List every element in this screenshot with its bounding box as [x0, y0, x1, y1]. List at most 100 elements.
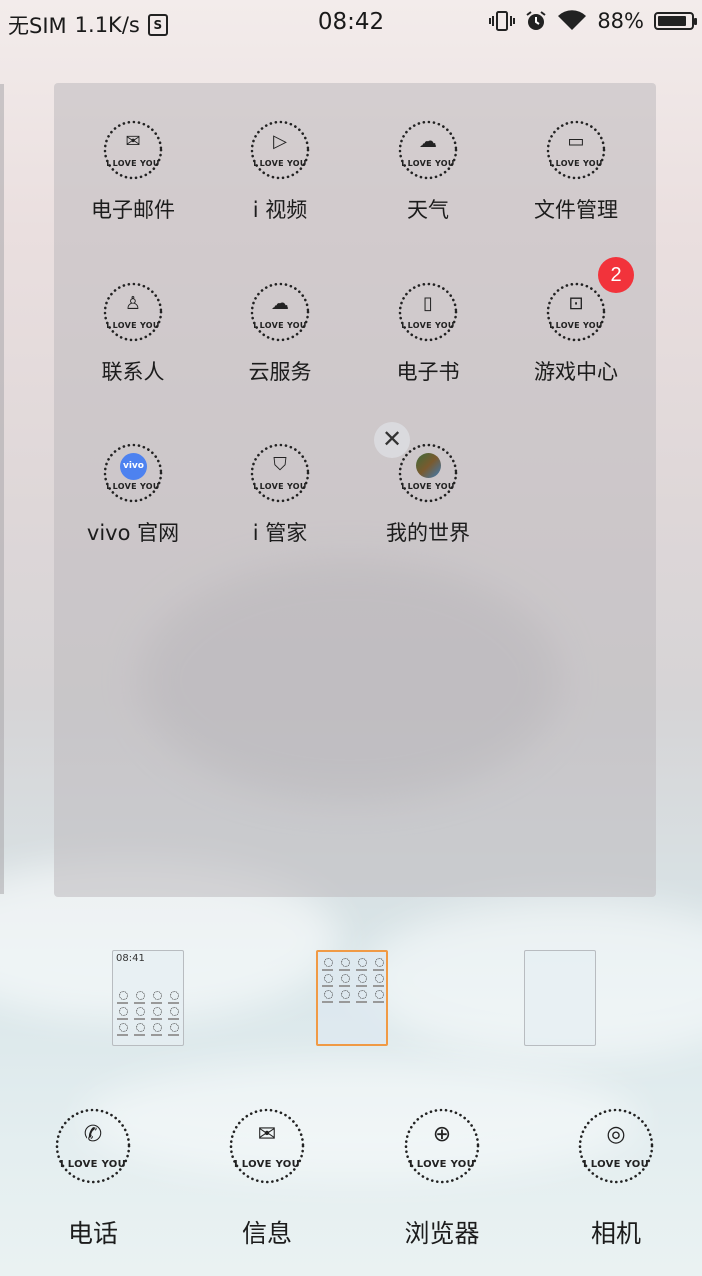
thumb-icon	[324, 990, 333, 999]
ring-text: I LOVE YOU	[233, 1159, 300, 1170]
previous-page-edge	[0, 84, 4, 894]
thumb-icon	[119, 1007, 128, 1016]
app-label: 我的世界	[386, 521, 470, 545]
app-icon-ring: ▭ I LOVE YOU	[546, 120, 606, 180]
thumb-label	[134, 1018, 145, 1020]
dock-app[interactable]: ✉ I LOVE YOU 信息	[207, 1108, 327, 1250]
app-label: 天气	[407, 198, 449, 222]
thumb-icon	[170, 991, 179, 1000]
folder-app[interactable]: vivo I LOVE YOU vivo 官网	[63, 443, 203, 547]
app-icon-ring: ▯ I LOVE YOU	[398, 282, 458, 342]
app-label: 电子书	[396, 360, 460, 384]
dock-label: 浏览器	[404, 1219, 480, 1248]
thumb-label	[322, 969, 333, 971]
app-label: i 视频	[252, 198, 308, 222]
dock-label: 信息	[241, 1219, 292, 1248]
alarm-icon	[526, 11, 546, 30]
app-icon-ring: ☁ I LOVE YOU	[250, 282, 310, 342]
folder-app[interactable]: ✉ I LOVE YOU 电子邮件	[63, 120, 203, 224]
folder-app[interactable]: ⊡ I LOVE YOU 游戏中心	[506, 282, 646, 386]
ring-text: I LOVE YOU	[401, 321, 455, 330]
folder-app[interactable]: ♙ I LOVE YOU 联系人	[63, 282, 203, 386]
video-icon: ▷	[273, 131, 287, 152]
app-label: vivo 官网	[86, 521, 180, 545]
thumb-label	[117, 1002, 128, 1004]
weather-icon: ☁	[419, 131, 437, 152]
thumb-label	[168, 1018, 179, 1020]
thumb-icon	[375, 958, 384, 967]
thumb-label	[373, 1001, 384, 1003]
thumb-label	[134, 1034, 145, 1036]
ring-text: I LOVE YOU	[401, 482, 455, 491]
thumb-label	[339, 1001, 350, 1003]
mail-icon: ✉	[125, 131, 141, 152]
thumb-icon	[153, 1007, 162, 1016]
uninstall-close-button[interactable]: ✕	[374, 422, 410, 458]
wifi-icon	[558, 10, 587, 30]
thumb-label	[151, 1034, 162, 1036]
thumb-label	[373, 969, 384, 971]
app-label: 游戏中心	[534, 360, 618, 384]
status-bar: 无SIM 1.1K/s S 08:42 88%	[0, 0, 702, 46]
thumb-icon	[153, 991, 162, 1000]
app-icon-ring: ▷ I LOVE YOU	[250, 120, 310, 180]
app-icon-ring: ⊡ I LOVE YOU	[546, 282, 606, 342]
app-label: 文件管理	[534, 198, 618, 222]
folder-app[interactable]: ⛉ I LOVE YOU i 管家	[210, 443, 350, 547]
book-icon: ▯	[423, 293, 433, 314]
thumb-icon	[119, 1023, 128, 1032]
dock-app[interactable]: ✆ I LOVE YOU 电话	[33, 1108, 153, 1250]
thumb-icon	[358, 974, 367, 983]
thumb-label	[356, 1001, 367, 1003]
ring-text: I LOVE YOU	[549, 321, 603, 330]
contacts-icon: ♙	[124, 293, 142, 314]
page-thumbnail-1[interactable]: 08:41	[112, 950, 184, 1046]
app-label: 云服务	[248, 360, 312, 384]
ring-text: I LOVE YOU	[582, 1159, 649, 1170]
folder-app[interactable]: ▭ I LOVE YOU 文件管理	[506, 120, 646, 224]
thumb-icon	[170, 1023, 179, 1032]
folder-app[interactable]: ☁ I LOVE YOU 天气	[358, 120, 498, 224]
app-label: i 管家	[252, 521, 308, 545]
thumb-icon	[341, 958, 350, 967]
ring-text: I LOVE YOU	[549, 159, 603, 168]
thumb-label	[117, 1034, 128, 1036]
folder-app[interactable]: ☁ I LOVE YOU 云服务	[210, 282, 350, 386]
dock-app[interactable]: ⊕ I LOVE YOU 浏览器	[382, 1108, 502, 1250]
vivo-icon: vivo	[120, 453, 147, 480]
thumb-label	[339, 969, 350, 971]
page-thumbnail-3[interactable]	[524, 950, 596, 1046]
thumb-icon	[324, 958, 333, 967]
ring-text: I LOVE YOU	[401, 159, 455, 168]
ring-text: I LOVE YOU	[106, 159, 160, 168]
app-icon-ring: ⛉ I LOVE YOU	[250, 443, 310, 503]
thumb-label	[168, 1034, 179, 1036]
app-icon-ring: vivo I LOVE YOU	[103, 443, 163, 503]
thumb-label	[373, 985, 384, 987]
thumb-icon	[136, 1007, 145, 1016]
dock-app[interactable]: ◎ I LOVE YOU 相机	[556, 1108, 676, 1250]
minecraft-icon	[416, 453, 441, 478]
dock-label: 相机	[590, 1219, 641, 1248]
app-label: 联系人	[101, 360, 165, 384]
browser-icon: ⊕	[432, 1122, 452, 1147]
thumb-icon	[324, 974, 333, 983]
battery-icon	[654, 12, 697, 30]
cloud-icon: ☁	[271, 293, 289, 314]
thumb-label	[117, 1018, 128, 1020]
thumb-label	[151, 1018, 162, 1020]
ring-text: I LOVE YOU	[408, 1159, 475, 1170]
folder-app[interactable]: ▷ I LOVE YOU i 视频	[210, 120, 350, 224]
app-icon-ring: ✉ I LOVE YOU	[103, 120, 163, 180]
app-icon-ring: ♙ I LOVE YOU	[103, 282, 163, 342]
app-icon-ring: ✆ I LOVE YOU	[55, 1108, 131, 1184]
app-icon-ring: ◎ I LOVE YOU	[578, 1108, 654, 1184]
folder-app[interactable]: ▯ I LOVE YOU 电子书	[358, 282, 498, 386]
page-thumbnail-2[interactable]	[316, 950, 388, 1046]
thumb-label	[322, 1001, 333, 1003]
thumb-icon	[136, 1023, 145, 1032]
ring-text: I LOVE YOU	[59, 1159, 126, 1170]
thumb-icon	[358, 990, 367, 999]
thumb-icon	[153, 1023, 162, 1032]
folder-app[interactable]: I LOVE YOU 我的世界	[358, 443, 498, 547]
